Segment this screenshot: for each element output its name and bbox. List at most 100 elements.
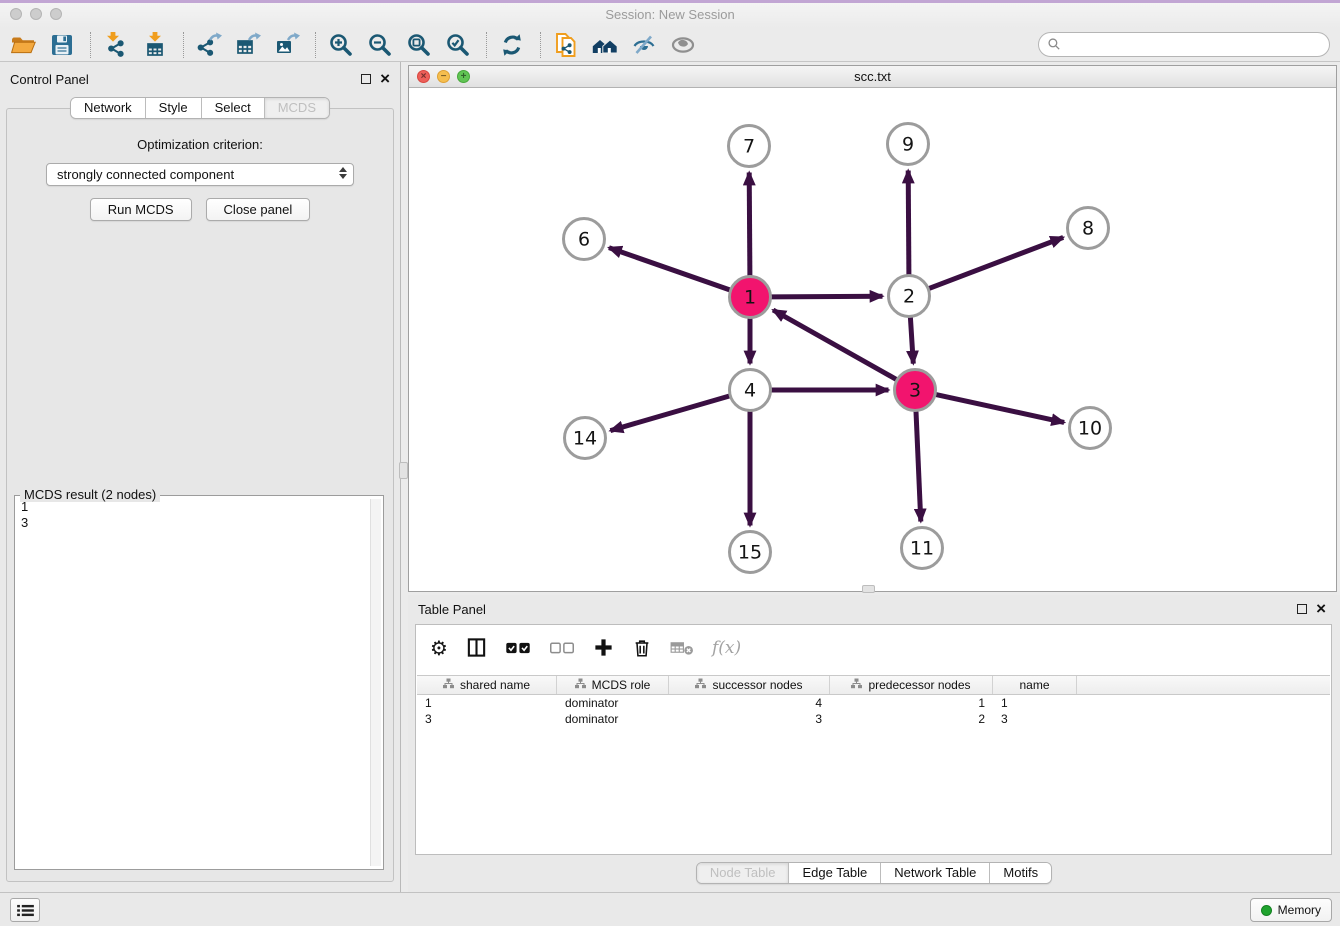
panel-splitter-handle[interactable] [399,462,408,479]
table-cell[interactable]: 3 [669,711,830,727]
tab-motifs[interactable]: Motifs [990,863,1051,883]
table-cell[interactable]: 2 [830,711,993,727]
table-cell[interactable]: 1 [993,695,1077,711]
optimization-dropdown[interactable]: strongly connected component [46,163,354,186]
zoom-fit-icon[interactable] [404,30,434,60]
toolbar-separator [486,32,487,58]
toolbar-separator [183,32,184,58]
network-graph[interactable]: 7 9 6 8 1 2 4 3 14 10 15 11 [409,88,1336,592]
edge-2-9[interactable] [908,171,909,275]
edge-1-6[interactable] [609,248,730,290]
edge-2-8[interactable] [929,237,1063,288]
column-header-MCDS-role[interactable]: MCDS role [557,676,669,694]
export-network-icon[interactable] [194,30,224,60]
application-window: Session: New Session Control Panel × Net… [0,0,1340,926]
mcds-result-list[interactable]: 13 [17,499,369,867]
zoom-in-icon[interactable] [326,30,356,60]
tab-style[interactable]: Style [146,98,202,118]
edge-3-11[interactable] [916,412,921,522]
close-panel-icon[interactable]: × [380,74,390,84]
column-layout-icon[interactable] [466,633,487,663]
status-bar: Memory [0,892,1340,926]
show-panels-button[interactable] [10,898,40,922]
edge-1-7[interactable] [749,173,750,276]
window-splitter-handle[interactable] [862,585,875,593]
node-2[interactable]: 2 [889,276,930,317]
network-canvas[interactable]: 7 9 6 8 1 2 4 3 14 10 15 11 [409,88,1336,591]
tab-select[interactable]: Select [202,98,265,118]
clone-network-icon[interactable] [551,30,581,60]
edge-4-14[interactable] [610,396,729,431]
toolbar-separator [90,32,91,58]
column-header-successor-nodes[interactable]: successor nodes [669,676,830,694]
column-header-predecessor-nodes[interactable]: predecessor nodes [830,676,993,694]
result-scrollbar[interactable] [370,499,381,866]
mcds-panel: Optimization criterion: strongly connect… [6,108,394,882]
table-cell[interactable]: 4 [669,695,830,711]
node-7[interactable]: 7 [729,126,770,167]
save-session-icon[interactable] [47,30,77,60]
search-input[interactable] [1062,33,1329,56]
table-cell[interactable]: dominator [557,711,669,727]
import-table-icon[interactable] [140,30,170,60]
svg-text:7: 7 [743,136,755,158]
import-network-icon[interactable] [101,30,131,60]
table-cell[interactable]: 1 [830,695,993,711]
export-table-icon[interactable] [233,30,263,60]
toolbar-separator [540,32,541,58]
select-all-icon[interactable] [505,633,531,663]
svg-text:1: 1 [744,287,756,309]
memory-button[interactable]: Memory [1250,898,1332,922]
tab-mcds[interactable]: MCDS [265,98,329,118]
table-row[interactable]: 1dominator411 [417,695,1330,711]
column-header-name[interactable]: name [993,676,1077,694]
node-1[interactable]: 1 [730,277,771,318]
node-15[interactable]: 15 [730,532,771,573]
tab-network[interactable]: Network [71,98,146,118]
close-panel-button[interactable]: Close panel [206,198,311,221]
tab-network-table[interactable]: Network Table [881,863,990,883]
deselect-all-icon[interactable] [549,633,575,663]
tab-node-table[interactable]: Node Table [697,863,790,883]
float-panel-icon[interactable] [361,74,371,84]
table-cell[interactable]: 1 [417,695,557,711]
node-9[interactable]: 9 [888,124,929,165]
table-cell[interactable]: 3 [993,711,1077,727]
edge-3-1[interactable] [773,310,896,379]
tab-edge-table[interactable]: Edge Table [789,863,881,883]
table-row[interactable]: 3dominator323 [417,711,1330,727]
delete-column-icon[interactable] [632,633,652,663]
control-panel-title: Control Panel [10,72,89,87]
run-mcds-button[interactable]: Run MCDS [90,198,192,221]
float-table-panel-icon[interactable] [1297,604,1307,614]
settings-icon[interactable]: ⚙ [430,633,448,663]
sort-hierarchy-icon [575,678,586,692]
table-cell[interactable]: 3 [417,711,557,727]
svg-text:10: 10 [1078,418,1102,440]
search-box [1038,32,1330,57]
refresh-layout-icon[interactable] [497,30,527,60]
column-header-shared-name[interactable]: shared name [417,676,557,694]
hide-graphics-icon[interactable] [629,30,659,60]
zoom-selected-icon[interactable] [443,30,473,60]
node-8[interactable]: 8 [1068,208,1109,249]
node-4[interactable]: 4 [730,370,771,411]
home-icon[interactable] [590,30,620,60]
dropdown-stepper-icon [339,167,347,179]
function-builder-icon: f(x) [712,633,741,663]
node-11[interactable]: 11 [902,528,943,569]
edge-1-2[interactable] [772,296,883,297]
node-10[interactable]: 10 [1070,408,1111,449]
node-14[interactable]: 14 [565,418,606,459]
add-column-icon[interactable] [593,633,614,663]
node-3[interactable]: 3 [895,370,936,411]
edge-3-10[interactable] [936,395,1064,423]
table-cell[interactable]: dominator [557,695,669,711]
edge-2-3[interactable] [910,318,913,364]
export-image-icon[interactable] [272,30,302,60]
node-6[interactable]: 6 [564,219,605,260]
close-table-panel-icon[interactable]: × [1316,604,1326,614]
table-toolbar: ⚙ f(x) [416,625,1331,670]
open-file-icon[interactable] [8,30,38,60]
zoom-out-icon[interactable] [365,30,395,60]
